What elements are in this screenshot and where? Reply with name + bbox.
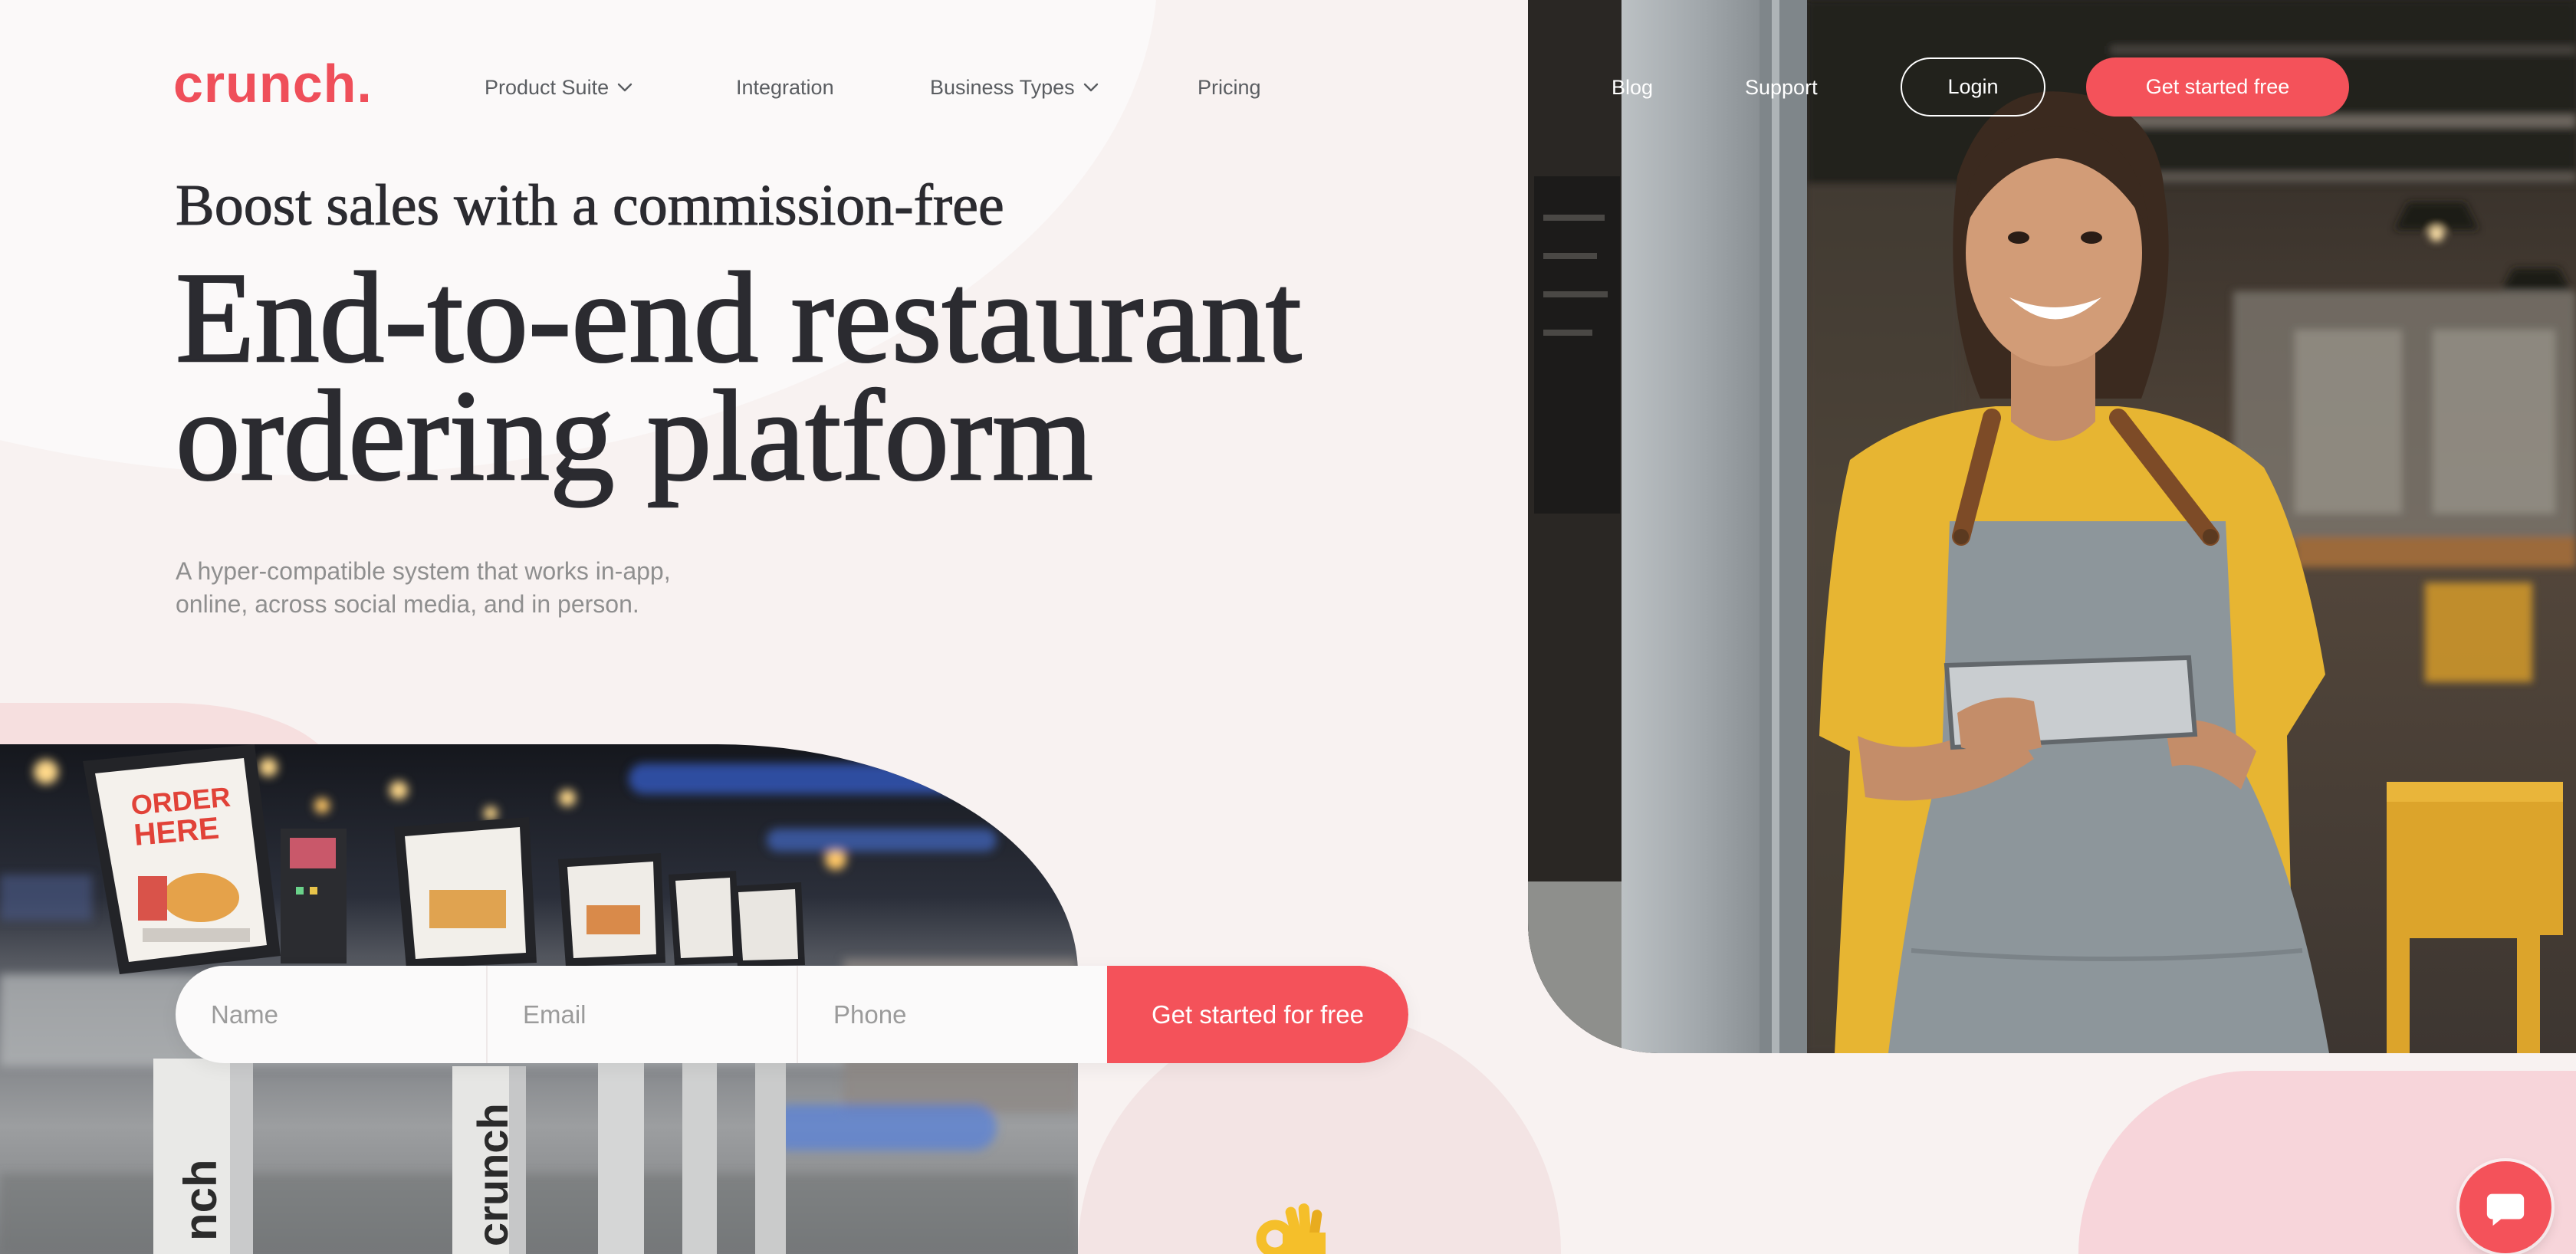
kiosk-screen xyxy=(669,871,741,965)
signup-form: Get started for free xyxy=(176,966,1408,1063)
nav-label: Product Suite xyxy=(485,76,610,99)
chat-bubble-icon xyxy=(2486,1193,2525,1226)
hero-subtitle-line: A hyper-compatible system that works in-… xyxy=(176,557,671,585)
nav-label: Integration xyxy=(736,76,834,99)
hero-photo xyxy=(1528,0,2576,1053)
nav-label: Support xyxy=(1745,76,1818,99)
hero-eyebrow: Boost sales with a commission-free xyxy=(176,173,1005,238)
phone-input[interactable] xyxy=(797,966,1107,1063)
card-reader xyxy=(281,829,347,963)
hero-photo-illustration xyxy=(1528,0,2576,1053)
nav-support[interactable]: Support xyxy=(1745,72,1818,103)
landing-page: crunch. Product Suite Integration Busine… xyxy=(0,0,2576,1254)
nav-blog[interactable]: Blog xyxy=(1612,72,1653,103)
nav-label: Blog xyxy=(1612,76,1654,99)
kiosk-stand: crunch xyxy=(452,1066,526,1254)
kiosk-screen xyxy=(394,817,537,968)
login-button[interactable]: Login xyxy=(1901,57,2045,117)
nav-pricing[interactable]: Pricing xyxy=(1198,72,1261,103)
hero-subtitle-line: online, across social media, and in pers… xyxy=(176,590,639,618)
nav-label: Pricing xyxy=(1198,76,1261,99)
door-pillar xyxy=(1622,0,1807,1053)
nav-label: Business Types xyxy=(930,76,1075,99)
nav-integration[interactable]: Integration xyxy=(736,72,834,103)
hero-title-line: End-to-end restaurant xyxy=(175,245,1303,389)
chevron-down-icon xyxy=(1083,83,1098,92)
hero-subtitle: A hyper-compatible system that works in-… xyxy=(176,555,671,621)
kiosk-stand-label: crunch xyxy=(468,1103,517,1246)
ok-hand-icon xyxy=(1252,1199,1327,1254)
kiosk-screen xyxy=(558,853,665,967)
name-input[interactable] xyxy=(176,966,486,1063)
hero-title: End-to-end restaurant ordering platform xyxy=(175,245,1303,507)
get-started-for-free-button[interactable]: Get started for free xyxy=(1107,966,1408,1063)
kiosk-screen xyxy=(732,882,805,967)
get-started-free-button[interactable]: Get started free xyxy=(2086,57,2349,117)
hero-title-line: ordering platform xyxy=(175,363,1094,507)
kiosk-stand-label: nch xyxy=(175,1159,226,1241)
kiosk-stand: nch xyxy=(153,1059,253,1254)
nav-business-types[interactable]: Business Types xyxy=(930,72,1099,103)
crunch-logo[interactable]: crunch. xyxy=(173,53,373,114)
chevron-down-icon xyxy=(617,83,632,92)
nav-product-suite[interactable]: Product Suite xyxy=(485,72,633,103)
email-input[interactable] xyxy=(486,966,797,1063)
chat-button[interactable] xyxy=(2459,1161,2551,1253)
